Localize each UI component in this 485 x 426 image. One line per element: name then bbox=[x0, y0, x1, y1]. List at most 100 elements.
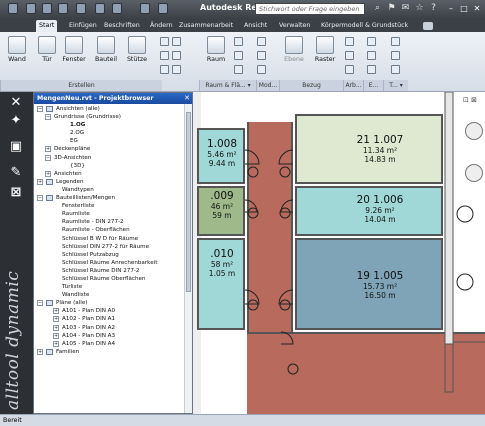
favorites-icon[interactable]: ☆ bbox=[414, 3, 425, 14]
tree-item[interactable]: + A105 - Plan DIN A4 bbox=[34, 340, 186, 348]
tree-expand-icon[interactable]: + bbox=[37, 348, 43, 355]
door-button[interactable]: Tür bbox=[36, 36, 58, 63]
tab-koerpermodell[interactable]: Körpermodell & Grundstück bbox=[321, 20, 408, 32]
tab-zusammenarbeit[interactable]: Zusammenarbeit bbox=[179, 20, 233, 32]
tree-item[interactable]: Raumliste - Oberflächen bbox=[34, 226, 186, 234]
tree-item[interactable]: Wandliste bbox=[34, 291, 186, 299]
tag-room-icon[interactable] bbox=[234, 65, 243, 74]
zoom-icon[interactable] bbox=[465, 164, 483, 182]
tree-item[interactable]: Fensterliste bbox=[34, 202, 186, 210]
help-search-input[interactable]: Stichwort oder Frage eingeben bbox=[255, 3, 365, 15]
tree-item[interactable]: − Grundrisse (Grundrisse) bbox=[34, 113, 186, 121]
tree-item[interactable]: − Pläne (alle) bbox=[34, 299, 186, 307]
tree-item[interactable]: Wandtypen bbox=[34, 186, 186, 194]
tree-item[interactable]: + A101 - Plan DIN A0 bbox=[34, 307, 186, 315]
tree-item[interactable]: Schlüssel Räume Oberflächen bbox=[34, 275, 186, 283]
close-icon[interactable]: ✕ bbox=[6, 94, 26, 112]
tree-expand-icon[interactable]: + bbox=[53, 332, 59, 339]
area-icon[interactable] bbox=[234, 51, 243, 60]
tree-item[interactable]: Raumliste bbox=[34, 210, 186, 218]
open-icon[interactable] bbox=[26, 3, 36, 14]
mullion-icon[interactable] bbox=[172, 65, 181, 74]
maximize-button[interactable]: □ bbox=[458, 3, 470, 14]
tree-item[interactable]: 2.OG bbox=[34, 129, 186, 137]
model-group-icon[interactable] bbox=[257, 65, 266, 74]
minimize-button[interactable]: – bbox=[445, 3, 457, 14]
floor-icon[interactable] bbox=[160, 65, 169, 74]
wall-button[interactable]: Wand bbox=[4, 36, 30, 63]
tree-item[interactable]: + Deckenpläne bbox=[34, 145, 186, 153]
tree-expand-icon[interactable]: + bbox=[53, 324, 59, 331]
tree-collapse-icon[interactable]: − bbox=[37, 195, 43, 202]
opening-icon[interactable] bbox=[391, 37, 400, 46]
tree-item[interactable]: − Bauteillisten/Mengen bbox=[34, 194, 186, 202]
ceiling-icon[interactable] bbox=[160, 51, 169, 60]
tree-item[interactable]: EG bbox=[34, 137, 186, 145]
search-icon[interactable]: ⌕ bbox=[372, 3, 383, 14]
project-browser-scrollbar[interactable] bbox=[184, 104, 192, 413]
tree-item[interactable]: Raumliste - DIN 277-2 bbox=[34, 218, 186, 226]
panel-toggle-icon[interactable]: ▣ bbox=[6, 138, 26, 156]
tree-item[interactable]: − Ansichten (alle) bbox=[34, 105, 186, 113]
opening-shaft-icon[interactable] bbox=[391, 51, 400, 60]
tree-item[interactable]: −3D-Ansichten bbox=[34, 154, 186, 162]
app-menu-icon[interactable] bbox=[8, 3, 18, 14]
measure-icon[interactable] bbox=[112, 3, 122, 14]
curtain-system-icon[interactable] bbox=[172, 37, 181, 46]
tree-collapse-icon[interactable]: − bbox=[45, 114, 51, 121]
drawing-area[interactable]: 1.008 5.46 m² 9.44 m .009 46 m² 59 m .01… bbox=[193, 92, 485, 414]
tab-aendern[interactable]: Ändern bbox=[150, 20, 173, 32]
tree-expand-icon[interactable]: + bbox=[45, 170, 51, 177]
tab-ansicht[interactable]: Ansicht bbox=[244, 20, 267, 32]
ribbon-minimize-icon[interactable] bbox=[423, 22, 433, 30]
curtain-grid-icon[interactable] bbox=[172, 51, 181, 60]
family-load-icon[interactable] bbox=[367, 37, 376, 46]
tree-item[interactable]: Schlüssel Putzabzug bbox=[34, 251, 186, 259]
tree-expand-icon[interactable]: + bbox=[53, 308, 59, 315]
settings-icon[interactable]: ⊠ bbox=[6, 184, 26, 202]
tree-item[interactable]: Schlüssel DIN 277-2 für Räume bbox=[34, 243, 186, 251]
panel-t-label[interactable]: T... ▾ bbox=[383, 80, 408, 91]
tree-collapse-icon[interactable]: − bbox=[37, 106, 43, 112]
redo-icon[interactable] bbox=[76, 3, 86, 14]
view-3d-icon[interactable] bbox=[140, 3, 150, 14]
tree-expand-icon[interactable]: + bbox=[53, 316, 59, 323]
family-edit-icon[interactable] bbox=[367, 51, 376, 60]
tree-item[interactable]: 1.OG bbox=[34, 121, 186, 129]
tree-item[interactable]: Türliste bbox=[34, 283, 186, 291]
tab-start[interactable]: Start bbox=[36, 20, 58, 32]
scrollbar-thumb[interactable] bbox=[186, 112, 191, 292]
tree-expand-icon[interactable]: + bbox=[37, 178, 43, 185]
quick-access-dropdown-icon[interactable] bbox=[158, 3, 168, 14]
grid-button[interactable]: Raster bbox=[310, 36, 340, 63]
tree-item[interactable]: {3D} bbox=[34, 162, 186, 170]
help-icon[interactable]: ? bbox=[428, 3, 439, 14]
project-browser-close-icon[interactable]: ✕ bbox=[184, 93, 190, 104]
subscription-icon[interactable]: ⚑ bbox=[386, 3, 397, 14]
opening-face-icon[interactable] bbox=[391, 65, 400, 74]
steering-wheel-icon[interactable] bbox=[465, 122, 483, 140]
window-button[interactable]: Fenster bbox=[60, 36, 88, 63]
close-button[interactable]: ✕ bbox=[471, 3, 483, 14]
tree-item[interactable]: + Ansichten bbox=[34, 170, 186, 178]
save-icon[interactable] bbox=[42, 3, 52, 14]
undo-icon[interactable] bbox=[58, 3, 68, 14]
tree-item[interactable]: + A104 - Plan DIN A3 bbox=[34, 332, 186, 340]
tree-collapse-icon[interactable]: − bbox=[37, 300, 43, 307]
tree-item[interactable]: Schlüssel Räume DIN 277-2 bbox=[34, 267, 186, 275]
tree-item[interactable]: + Legenden bbox=[34, 178, 186, 186]
room-separator-icon[interactable] bbox=[234, 37, 243, 46]
panel-room-area-label[interactable]: Raum & Flä... ▾ bbox=[199, 80, 256, 91]
tree-item[interactable]: + A103 - Plan DIN A2 bbox=[34, 324, 186, 332]
tab-verwalten[interactable]: Verwalten bbox=[279, 20, 310, 32]
workplane-show-icon[interactable] bbox=[345, 51, 354, 60]
model-text-icon[interactable] bbox=[257, 37, 266, 46]
pencil-icon[interactable]: ✎ bbox=[6, 164, 26, 182]
tree-item[interactable]: Schlüssel Räume Anrechenbarkeit bbox=[34, 259, 186, 267]
room-button[interactable]: Raum bbox=[202, 36, 230, 63]
tree-expand-icon[interactable]: + bbox=[53, 340, 59, 347]
level-button[interactable]: Ebene bbox=[280, 36, 308, 63]
component-button[interactable]: Bauteil bbox=[92, 36, 120, 63]
model-line-icon[interactable] bbox=[257, 51, 266, 60]
tree-item[interactable]: + A102 - Plan DIN A1 bbox=[34, 315, 186, 323]
